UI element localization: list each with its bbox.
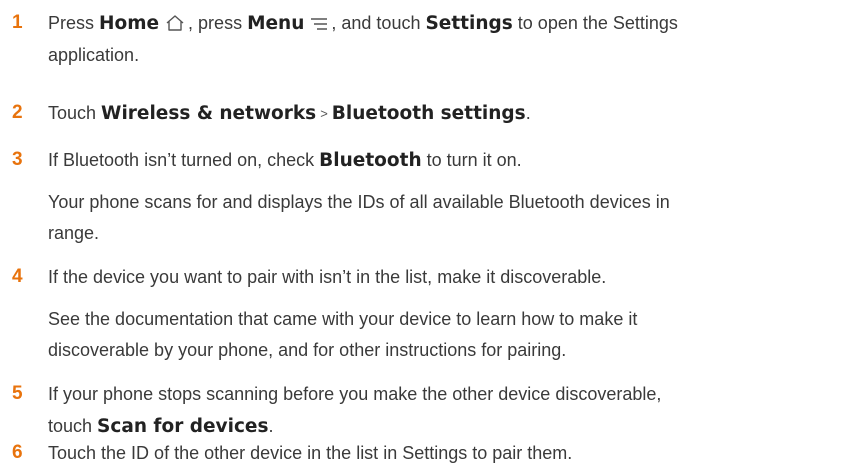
- step-text-segment: , and touch: [331, 13, 426, 33]
- bluetooth-label: Bluetooth: [319, 150, 422, 171]
- step-text-segment: Touch: [48, 103, 102, 123]
- step-text-segment: If Bluetooth isn’t turned on, check: [48, 150, 320, 170]
- step-text: If Bluetooth isn’t turned on, check Blue…: [48, 145, 522, 176]
- wireless-networks-label: Wireless & networks: [101, 103, 317, 124]
- bluetooth-settings-label: Bluetooth settings: [331, 103, 526, 124]
- step-note: See the documentation that came with you…: [48, 309, 638, 329]
- step-note: Your phone scans for and displays the ID…: [48, 192, 670, 212]
- step-note-continued: discoverable by your phone, and for othe…: [48, 340, 567, 360]
- step-text-segment: Press: [48, 13, 100, 33]
- instruction-list: 1 Press Home , press Menu , and touch Sett…: [0, 0, 856, 475]
- step-text-segment: .: [525, 103, 531, 123]
- step-text: Touch the ID of the other device in the …: [48, 443, 573, 463]
- scan-for-devices-label: Scan for devices: [97, 416, 269, 437]
- home-icon: [165, 10, 185, 40]
- step-text-segment: .: [268, 416, 274, 436]
- step-text: If your phone stops scanning before you …: [48, 384, 662, 404]
- step-number: 1: [12, 12, 23, 33]
- breadcrumb-separator: >: [320, 106, 328, 121]
- menu-key-label: Menu: [247, 13, 305, 34]
- step-text-segment: to turn it on.: [421, 150, 522, 170]
- step-number: 6: [12, 442, 23, 463]
- step-text: Press Home , press Menu , and touch Settin…: [48, 8, 678, 40]
- step-text-continued: application.: [48, 45, 140, 65]
- step-text-segment: , press: [188, 13, 248, 33]
- home-key-label: Home: [99, 13, 160, 34]
- step-number: 3: [12, 149, 23, 170]
- step-text-segment: touch: [48, 416, 98, 436]
- step-text: If the device you want to pair with isn’…: [48, 267, 607, 287]
- step-note-continued: range.: [48, 223, 100, 243]
- step-number: 5: [12, 383, 23, 404]
- step-number: 4: [12, 266, 23, 287]
- settings-label: Settings: [425, 13, 513, 34]
- step-number: 2: [12, 102, 23, 123]
- step-text-segment: to open the Settings: [512, 13, 678, 33]
- menu-icon: [310, 10, 328, 40]
- step-text: Touch Wireless & networks > Bluetooth sett…: [48, 98, 531, 129]
